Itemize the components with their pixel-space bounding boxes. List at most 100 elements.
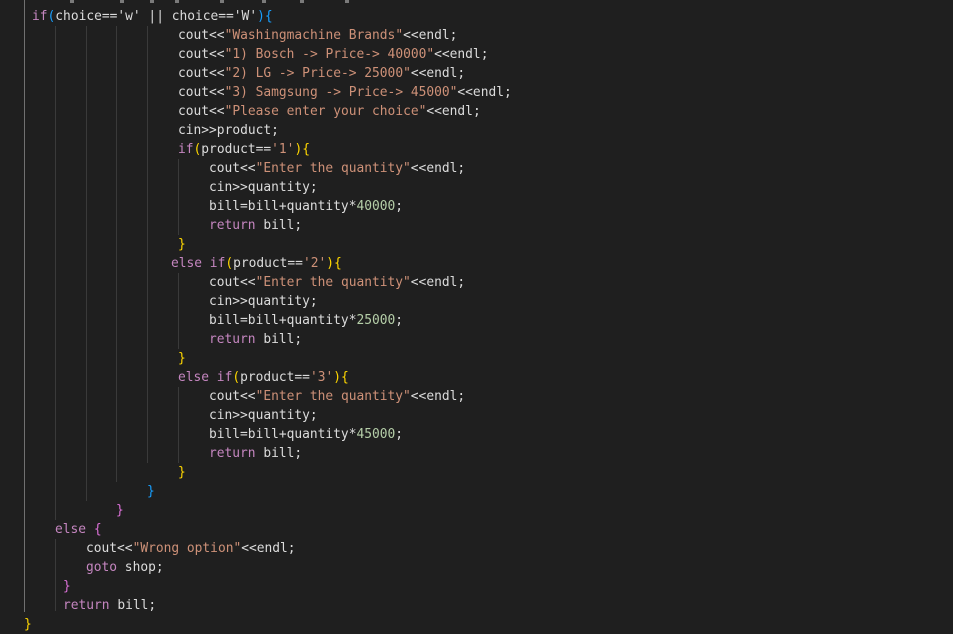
code-token: <<endl; <box>410 275 466 290</box>
code-token: <<endl; <box>426 104 481 119</box>
indent-guide <box>24 0 25 612</box>
code-line[interactable]: cin>>quantity; <box>209 406 318 425</box>
code-line[interactable]: return bill; <box>209 444 302 463</box>
code-line[interactable]: } <box>63 577 71 596</box>
code-token: cout<< <box>178 47 225 62</box>
code-token: else if <box>171 256 226 271</box>
code-line[interactable]: cin>>product; <box>178 121 279 140</box>
code-line[interactable]: cin>>quantity; <box>209 178 318 197</box>
code-token: '3' <box>309 370 334 385</box>
code-line[interactable]: cout<<"Please enter your choice"<<endl; <box>178 102 481 121</box>
code-token: 25000 <box>356 313 396 328</box>
code-line[interactable]: } <box>147 482 155 501</box>
code-token: <<endl; <box>434 47 489 62</box>
code-line[interactable]: else if(product=='3'){ <box>178 368 349 387</box>
clipped-glyph <box>300 0 304 3</box>
code-token: '1' <box>271 142 295 157</box>
code-line[interactable]: if(product=='1'){ <box>178 140 310 159</box>
code-token: return <box>209 446 256 461</box>
indent-guide <box>55 26 56 520</box>
code-token: "3) Samgsung -> Price-> 45000" <box>224 85 458 100</box>
code-line[interactable]: cout<<"1) Bosch -> Price-> 40000"<<endl; <box>178 45 488 64</box>
code-token: goto <box>86 560 118 575</box>
code-token: else <box>55 522 87 537</box>
code-line[interactable]: return bill; <box>209 330 302 349</box>
code-line[interactable]: cout<<"Washingmachine Brands"<<endl; <box>178 26 457 45</box>
code-token: } <box>24 617 32 632</box>
indent-guide <box>55 539 56 611</box>
code-line[interactable]: cout<<"Enter the quantity"<<endl; <box>209 159 465 178</box>
code-token: cin>>quantity; <box>209 294 318 309</box>
code-token: { <box>334 256 342 271</box>
code-token: } <box>116 503 124 518</box>
code-token: bill; <box>255 446 303 461</box>
code-token: "Washingmachine Brands" <box>224 28 404 43</box>
code-line[interactable]: return bill; <box>63 596 156 615</box>
code-token: { <box>302 142 310 157</box>
code-line[interactable]: } <box>24 615 32 634</box>
code-token: ) <box>257 9 265 24</box>
code-token: { <box>264 9 273 24</box>
code-editor[interactable]: if(choice=='w' || choice=='W'){cout<<"Wa… <box>0 0 953 634</box>
code-token: cout<< <box>178 85 225 100</box>
code-token: bill; <box>109 598 157 613</box>
code-line[interactable]: cin>>quantity; <box>209 292 318 311</box>
code-token: } <box>147 484 155 499</box>
code-token: cout<< <box>209 161 256 176</box>
clipped-glyph <box>70 0 74 3</box>
code-token: <<endl; <box>457 85 512 100</box>
code-token: ; <box>395 427 404 442</box>
code-line[interactable]: else if(product=='2'){ <box>171 254 342 273</box>
code-line[interactable]: cout<<"3) Samgsung -> Price-> 45000"<<en… <box>178 83 512 102</box>
code-line[interactable]: bill=bill+quantity*40000; <box>209 197 403 216</box>
code-token: return <box>63 598 110 613</box>
code-token: } <box>63 579 71 594</box>
code-token: cout<< <box>178 104 225 119</box>
indent-guide <box>178 159 179 235</box>
code-line[interactable]: goto shop; <box>86 558 164 577</box>
code-token: } <box>178 465 186 480</box>
code-line[interactable]: bill=bill+quantity*25000; <box>209 311 403 330</box>
clipped-glyph <box>175 0 179 3</box>
code-token: cout<< <box>86 541 133 556</box>
clipped-glyph <box>345 0 349 3</box>
code-token: cin>>quantity; <box>209 408 318 423</box>
code-line[interactable]: } <box>178 349 186 368</box>
code-token: ( <box>225 256 234 271</box>
indent-guide <box>147 26 148 463</box>
code-token: bill=bill+quantity* <box>209 427 357 442</box>
code-token: bill=bill+quantity* <box>209 313 357 328</box>
code-line[interactable]: cout<<"2) LG -> Price-> 25000"<<endl; <box>178 64 465 83</box>
code-token: cout<< <box>209 275 256 290</box>
indent-guide <box>86 26 87 501</box>
code-token: ) <box>326 256 335 271</box>
code-token: "1) Bosch -> Price-> 40000" <box>224 47 435 62</box>
code-line[interactable]: cout<<"Wrong option"<<endl; <box>86 539 296 558</box>
code-token: "2) LG -> Price-> 25000" <box>224 66 411 81</box>
code-token: '2' <box>302 256 327 271</box>
code-token: "Enter the quantity" <box>255 275 411 290</box>
code-token: return <box>209 218 256 233</box>
code-line[interactable]: return bill; <box>209 216 302 235</box>
code-token: { <box>341 370 349 385</box>
code-line[interactable]: } <box>116 501 124 520</box>
code-line[interactable]: } <box>178 463 186 482</box>
code-token: bill; <box>255 218 303 233</box>
indent-guide <box>116 26 117 482</box>
code-token: ; <box>395 199 404 214</box>
code-line[interactable]: } <box>178 235 186 254</box>
code-token: "Enter the quantity" <box>255 161 411 176</box>
code-token: <<endl; <box>410 66 466 81</box>
code-line[interactable]: else { <box>55 520 102 539</box>
code-token: <<endl; <box>241 541 296 556</box>
code-token: cout<< <box>178 28 225 43</box>
code-line[interactable]: if(choice=='w' || choice=='W'){ <box>32 7 273 26</box>
code-line[interactable]: cout<<"Enter the quantity"<<endl; <box>209 273 465 292</box>
code-token: <<endl; <box>403 28 458 43</box>
code-token: "Wrong option" <box>132 541 242 556</box>
code-line[interactable]: cout<<"Enter the quantity"<<endl; <box>209 387 465 406</box>
code-token: product== <box>240 370 310 385</box>
clipped-glyph <box>150 0 154 3</box>
code-line[interactable]: bill=bill+quantity*45000; <box>209 425 403 444</box>
